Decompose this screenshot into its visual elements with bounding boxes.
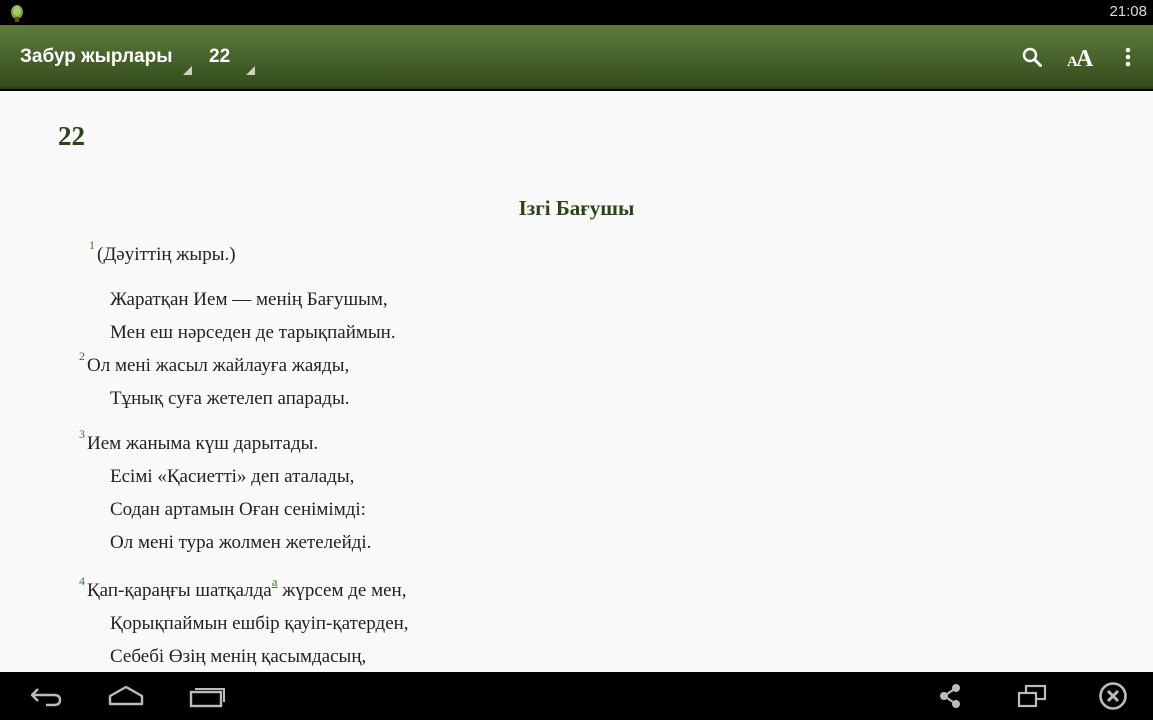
search-button[interactable]	[1016, 41, 1048, 73]
back-icon	[30, 688, 62, 707]
verse-line: Есімі «Қасиетті» деп аталады,	[110, 466, 355, 487]
verse-line: 1 (Дәуіттің жыры.)	[89, 238, 236, 265]
recent-apps-icon	[189, 688, 225, 708]
more-vertical-icon	[1125, 47, 1131, 67]
app-notification-icon	[11, 5, 23, 22]
share-icon	[940, 684, 960, 708]
chapter-number: 22	[58, 121, 85, 151]
chapter-selector-label: 22	[209, 46, 231, 67]
verse-line: Мен еш нәрседен де тарықпаймын.	[110, 322, 396, 343]
close-app-button[interactable]	[1093, 680, 1133, 712]
text-size-button[interactable]: A A	[1064, 41, 1096, 73]
verse-line: 2 Ол мені жасыл жайлауға жаяды,	[79, 349, 350, 376]
status-clock: 21:08	[1109, 3, 1147, 20]
recent-apps-button[interactable]	[187, 680, 227, 712]
verse-line: Жаратқан Ием — менің Бағушым,	[110, 289, 388, 310]
section-heading: Ізгі Бағушы	[518, 196, 635, 220]
verse-line: 3 Ием жаныма күш дарытады.	[79, 427, 319, 454]
share-button[interactable]	[930, 680, 970, 712]
verse-line: Содан артамын Оған сенімімді:	[110, 499, 366, 520]
dropdown-corner-icon	[183, 66, 192, 75]
verse-number[interactable]: 3	[79, 427, 85, 441]
chapter-selector[interactable]: 22	[209, 25, 255, 89]
svg-text:A: A	[1076, 46, 1094, 69]
verse-line: Себебі Өзің менің қасымдасың,	[110, 646, 367, 667]
reading-pane[interactable]: 22 Ізгі Бағушы 1 (Дәуіттің жыры.) Жаратқа…	[0, 91, 1153, 672]
verse-line: Қорықпаймын ешбір қауіп-қатерден,	[110, 613, 409, 634]
overflow-menu-button[interactable]	[1112, 41, 1144, 73]
book-selector[interactable]: Забур жырлары	[20, 25, 192, 89]
action-bar: Забур жырлары 22 A A	[0, 25, 1153, 89]
verse-number[interactable]: 2	[79, 349, 85, 363]
system-nav-bar	[0, 672, 1153, 720]
text-size-icon: A A	[1067, 46, 1094, 69]
window-resize-icon	[1017, 684, 1047, 708]
home-icon	[108, 685, 144, 706]
verse-number[interactable]: 4	[79, 574, 85, 588]
footnote-link[interactable]: a	[272, 574, 278, 589]
search-icon	[1022, 47, 1042, 67]
back-button[interactable]	[26, 680, 66, 712]
verse-number[interactable]: 1	[89, 238, 95, 252]
window-mode-button[interactable]	[1012, 680, 1052, 712]
book-selector-label: Забур жырлары	[20, 46, 173, 67]
home-button[interactable]	[106, 680, 146, 712]
verse-line: 4 Қап-қараңғы шатқалдаa жүрсем де мен,	[79, 574, 407, 601]
status-bar: 21:08	[0, 0, 1153, 25]
verse-line: Ол мені тура жолмен жетелейді.	[110, 532, 372, 553]
dropdown-corner-icon	[246, 66, 255, 75]
verse-line: Тұнық суға жетелеп апарады.	[110, 388, 350, 409]
close-circle-icon	[1099, 682, 1127, 710]
